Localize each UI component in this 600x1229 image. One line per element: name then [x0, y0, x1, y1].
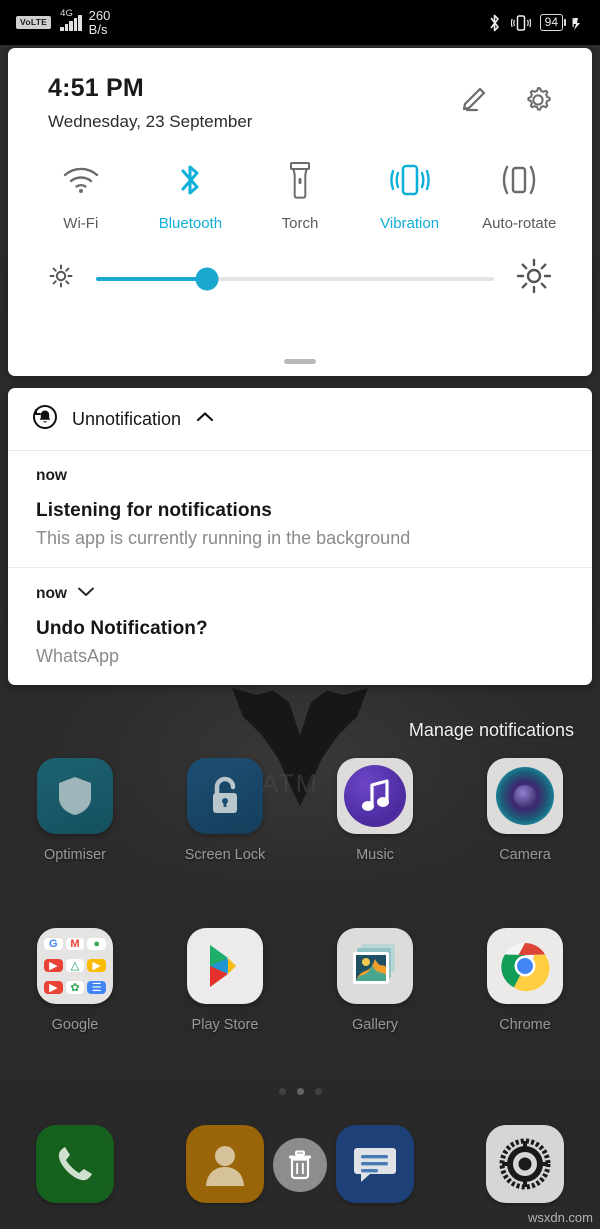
- bluetooth-icon: [490, 14, 499, 31]
- page-dot-active: [296, 1088, 304, 1095]
- app-label: Play Store: [191, 1017, 259, 1033]
- toggle-auto-rotate[interactable]: Auto-rotate: [464, 158, 574, 232]
- status-bar-left: VoLTE 4G 260 B/s: [16, 8, 111, 36]
- toggle-label: Wi-Fi: [63, 215, 99, 232]
- toggle-label: Torch: [281, 215, 319, 232]
- trash-icon: [289, 1150, 311, 1180]
- shield-icon: [37, 758, 113, 834]
- torch-icon: [287, 158, 313, 202]
- chrome-icon: [487, 928, 563, 1004]
- notification-body: WhatsApp: [36, 646, 120, 666]
- brightness-high-icon: [516, 258, 552, 299]
- app-grid-row-1: Optimiser Screen Lock Music Camera: [0, 758, 600, 863]
- bluetooth-icon: [176, 158, 204, 202]
- app-label: Optimiser: [43, 847, 107, 863]
- toggle-bluetooth[interactable]: Bluetooth: [136, 158, 246, 232]
- auto-rotate-icon: [497, 158, 541, 202]
- play-store-icon: [187, 928, 263, 1004]
- phone-icon[interactable]: [36, 1125, 114, 1203]
- panel-drag-handle[interactable]: [284, 359, 316, 364]
- app-label: Screen Lock: [184, 847, 266, 863]
- chevron-up-icon[interactable]: [195, 410, 215, 429]
- volte-badge: VoLTE: [16, 16, 52, 29]
- google-folder-icon: G M ● ▶ △ ▶ ▶ ✿ ☰: [37, 928, 113, 1004]
- trash-drop-target[interactable]: [273, 1138, 327, 1192]
- network-speed: 260 B/s: [89, 9, 111, 36]
- manage-notifications-link[interactable]: Manage notifications: [409, 720, 574, 741]
- app-label: Music: [356, 847, 394, 863]
- app-screen-lock[interactable]: Screen Lock: [150, 758, 300, 863]
- vibration-icon: [510, 14, 531, 31]
- toggle-wifi[interactable]: Wi-Fi: [26, 158, 136, 232]
- camera-lens-icon: [487, 758, 563, 834]
- settings-gear-icon[interactable]: [486, 1125, 564, 1203]
- contacts-icon[interactable]: [186, 1125, 264, 1203]
- watermark: wsxdn.com: [527, 1210, 593, 1225]
- charging-bolt-icon: [572, 17, 580, 30]
- app-label: Chrome: [499, 1017, 551, 1033]
- brightness-slider-fill: [96, 276, 208, 281]
- app-music[interactable]: Music: [300, 758, 450, 863]
- notification-time-row: now: [36, 584, 564, 603]
- notification-title: Undo Notification?: [36, 618, 208, 639]
- vibration-icon: [388, 158, 432, 202]
- page-indicator: [0, 1088, 600, 1095]
- quick-settings-header: 4:51 PM Wednesday, 23 September: [8, 48, 592, 132]
- toggle-label: Auto-rotate: [482, 215, 557, 232]
- app-label: Camera: [499, 847, 551, 863]
- notification-time: now: [36, 467, 67, 484]
- toggle-label: Bluetooth: [158, 215, 223, 232]
- app-chrome[interactable]: Chrome: [450, 928, 600, 1033]
- notification-panel: Unnotification now Listening for notific…: [8, 388, 592, 685]
- brightness-slider[interactable]: [96, 267, 494, 290]
- clock-time: 4:51 PM: [48, 74, 144, 102]
- notification-item[interactable]: now Undo Notification? WhatsApp: [8, 567, 592, 685]
- notification-body: This app is currently running in the bac…: [36, 528, 411, 548]
- toggle-torch[interactable]: Torch: [245, 158, 355, 232]
- toggle-label: Vibration: [380, 215, 440, 232]
- page-dot: [314, 1088, 322, 1095]
- status-bar-right: 94: [487, 13, 584, 33]
- notification-time-row: now: [36, 467, 564, 485]
- notification-title: Listening for notifications: [36, 500, 272, 521]
- app-optimiser[interactable]: Optimiser: [0, 758, 150, 863]
- signal-strength-icon: 4G: [58, 8, 82, 31]
- notification-item[interactable]: now Listening for notifications This app…: [8, 451, 592, 567]
- clock-date: Wednesday, 23 September: [48, 112, 253, 131]
- app-gallery[interactable]: Gallery: [300, 928, 450, 1033]
- lock-icon: [187, 758, 263, 834]
- quick-settings-actions: [458, 74, 566, 121]
- notification-app-name: Unnotification: [72, 409, 182, 429]
- app-folder-google[interactable]: G M ● ▶ △ ▶ ▶ ✿ ☰ Google: [0, 928, 150, 1033]
- battery-indicator: 94: [539, 14, 566, 31]
- clock-block: 4:51 PM Wednesday, 23 September: [48, 74, 458, 132]
- network-type-label: 4G: [60, 7, 73, 19]
- brightness-low-icon: [48, 263, 74, 294]
- phone-screen: BATM Optimiser Screen Lock: [0, 0, 600, 1229]
- toggle-vibration[interactable]: Vibration: [355, 158, 465, 232]
- notification-group-header[interactable]: Unnotification: [8, 388, 592, 451]
- brightness-slider-thumb[interactable]: [195, 267, 219, 290]
- app-grid-row-2: G M ● ▶ △ ▶ ▶ ✿ ☰ Google Play Store Gall…: [0, 928, 600, 1033]
- wifi-icon: [61, 158, 101, 202]
- app-camera[interactable]: Camera: [450, 758, 600, 863]
- page-dot: [278, 1088, 286, 1095]
- gallery-icon: [337, 928, 413, 1004]
- brightness-control: [8, 232, 592, 299]
- undo-bell-icon: [32, 404, 58, 435]
- app-label: Gallery: [352, 1017, 398, 1033]
- app-label: Google: [51, 1017, 99, 1033]
- gear-icon[interactable]: [522, 84, 554, 121]
- notification-time: now: [36, 584, 67, 602]
- pencil-edit-icon[interactable]: [458, 84, 488, 121]
- quick-settings-panel: 4:51 PM Wednesday, 23 September Wi-Fi Bl…: [8, 48, 592, 376]
- quick-toggles: Wi-Fi Bluetooth Torch Vibration Auto-rot…: [8, 132, 592, 232]
- network-speed-value: 260: [88, 8, 111, 23]
- status-bar: VoLTE 4G 260 B/s 94: [0, 0, 600, 45]
- messages-icon[interactable]: [336, 1125, 414, 1203]
- chevron-down-icon[interactable]: [76, 584, 96, 603]
- network-speed-unit: B/s: [88, 21, 108, 37]
- app-play-store[interactable]: Play Store: [150, 928, 300, 1033]
- music-note-icon: [337, 758, 413, 834]
